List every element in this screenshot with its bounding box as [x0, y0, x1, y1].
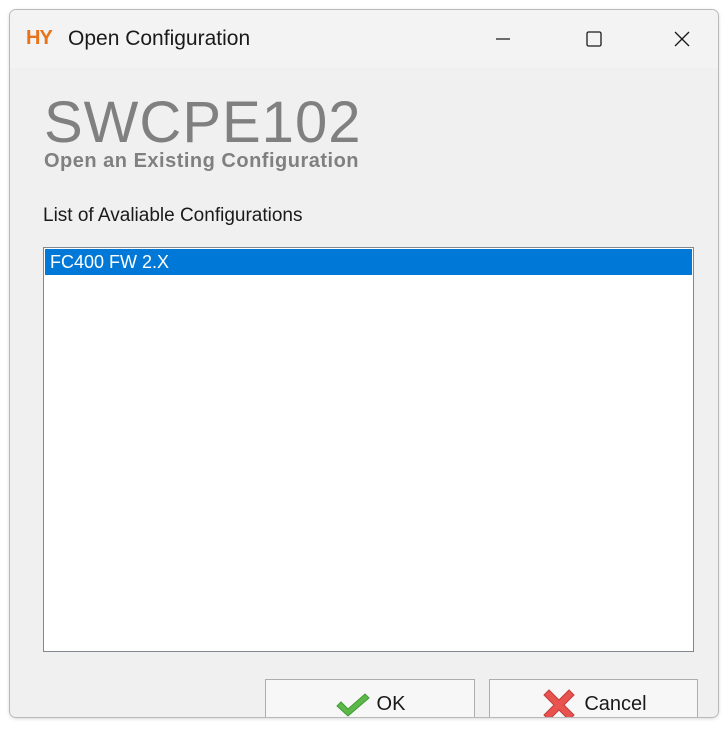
- ok-button-label: OK: [376, 693, 406, 715]
- minimize-button[interactable]: [465, 10, 541, 68]
- checkmark-icon: [335, 692, 371, 718]
- dialog-subtitle: Open an Existing Configuration: [44, 150, 359, 172]
- configurations-list-label: List of Avaliable Configurations: [43, 205, 303, 226]
- maximize-icon: [586, 31, 602, 47]
- window-title: Open Configuration: [68, 27, 251, 50]
- configurations-listbox[interactable]: FC400 FW 2.X: [43, 247, 694, 652]
- cross-icon: [540, 686, 578, 717]
- close-button[interactable]: [644, 10, 718, 68]
- list-item[interactable]: FC400 FW 2.X: [45, 249, 692, 275]
- close-icon: [674, 31, 690, 47]
- minimize-icon: [496, 38, 510, 40]
- ok-button[interactable]: OK: [265, 679, 475, 718]
- open-configuration-dialog: HY Open Configuration SWCPE102 Open an E…: [9, 9, 719, 718]
- product-name: SWCPE102: [44, 90, 362, 155]
- cancel-button-label: Cancel: [584, 693, 647, 715]
- app-logo: HY: [26, 27, 53, 49]
- dialog-content: SWCPE102 Open an Existing Configuration …: [10, 68, 718, 717]
- maximize-button[interactable]: [556, 10, 632, 68]
- cancel-button[interactable]: Cancel: [489, 679, 698, 717]
- title-bar[interactable]: HY Open Configuration: [10, 10, 718, 68]
